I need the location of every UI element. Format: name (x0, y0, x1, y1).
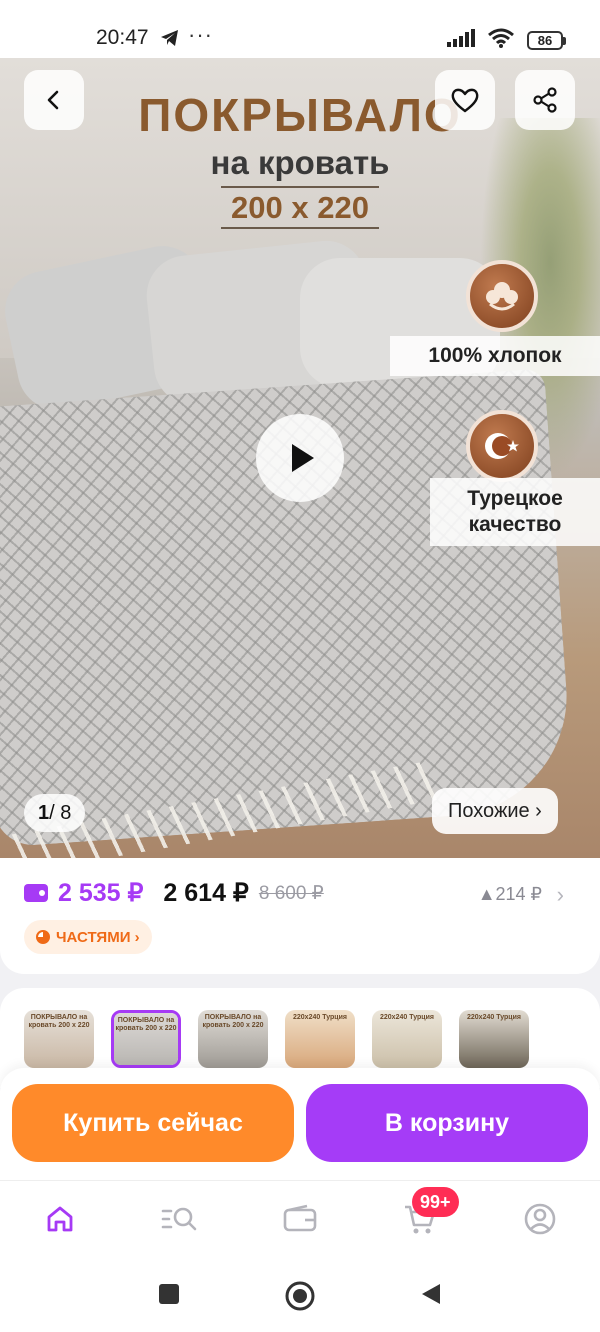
favorite-button[interactable] (435, 70, 495, 130)
thumbnail[interactable]: ПОКРЫВАЛО на кровать 200 x 220 (24, 1010, 94, 1068)
action-bar: Купить сейчас В корзину (0, 1068, 600, 1180)
product-page: 20:47 ··· 86 ПОКРЫВАЛО на кровать 200 x … (0, 0, 600, 1332)
recent-apps-button[interactable] (157, 1282, 181, 1311)
bottom-navigation: 99+ (0, 1180, 600, 1260)
buy-now-button[interactable]: Купить сейчас (12, 1084, 294, 1162)
play-video-button[interactable] (256, 414, 344, 502)
share-icon (533, 87, 557, 113)
current-price: 2 614 ₽ (163, 879, 249, 907)
profile-icon (524, 1203, 556, 1235)
price-difference: ▲214 ₽ (477, 884, 542, 904)
battery-level: 86 (527, 31, 563, 50)
more-notifications-icon: ··· (188, 22, 213, 47)
thumbnail[interactable]: ПОКРЫВАЛО на кровать 200 x 220 (198, 1010, 268, 1068)
wallet-icon (283, 1204, 317, 1232)
wifi-icon (487, 28, 515, 53)
pie-chart-icon (36, 930, 50, 944)
back-button[interactable] (24, 70, 84, 130)
price-row[interactable]: 2 535 ₽ 2 614 ₽ 8 600 ₽ (24, 878, 324, 908)
thumbnail[interactable]: 220x240 Турция (459, 1010, 529, 1068)
status-time: 20:47 (96, 26, 149, 49)
home-system-button[interactable] (284, 1280, 316, 1317)
status-bar: 20:47 ··· 86 (0, 0, 600, 58)
chevron-left-icon (47, 90, 59, 110)
nav-profile[interactable] (520, 1199, 560, 1239)
old-price: 8 600 ₽ (258, 882, 324, 904)
thumbnail[interactable]: 220x240 Турция (372, 1010, 442, 1068)
share-button[interactable] (515, 70, 575, 130)
photo-title: ПОКРЫВАЛО (138, 89, 462, 141)
gallery-counter: 1/ 8 (24, 794, 86, 832)
nav-wallet[interactable] (280, 1199, 320, 1239)
signal-icon (447, 29, 475, 52)
thumbnail-selected[interactable]: ПОКРЫВАЛО на кровать 200 x 220 (111, 1010, 181, 1068)
wallet-icon (24, 884, 48, 902)
heart-icon (451, 88, 479, 113)
back-system-button[interactable] (420, 1282, 442, 1311)
telegram-icon (160, 29, 180, 52)
square-icon (159, 1284, 179, 1304)
price-card: 2 535 ₽ 2 614 ₽ 8 600 ₽ ▲214 ₽ › ЧАСТЯМИ… (0, 858, 600, 974)
circle-home-icon (285, 1281, 315, 1311)
triangle-back-icon (422, 1284, 440, 1304)
catalog-search-icon (161, 1207, 197, 1231)
battery-icon: 86 (527, 31, 566, 50)
cotton-icon (466, 260, 538, 332)
photo-subtitle: на кровать (210, 144, 390, 181)
wallet-price: 2 535 ₽ (58, 879, 144, 907)
home-icon (47, 1206, 73, 1232)
photo-size: 200 x 220 (0, 186, 600, 229)
system-navigation (0, 1260, 600, 1332)
play-icon (292, 444, 314, 472)
cart-count-badge: 99+ (412, 1187, 459, 1217)
thumbnail[interactable]: 220x240 Турция (285, 1010, 355, 1068)
product-gallery[interactable]: ПОКРЫВАЛО на кровать 200 x 220 100% хлоп… (0, 58, 600, 858)
nav-catalog[interactable] (160, 1199, 200, 1239)
turkish-flag-icon (466, 410, 538, 482)
chevron-right-icon[interactable]: › (557, 882, 564, 908)
feature-cotton-label: 100% хлопок (390, 336, 600, 376)
pay-in-parts-button[interactable]: ЧАСТЯМИ › (24, 920, 152, 954)
feature-turkey-label: Турецкое качество (430, 478, 600, 546)
status-icons: 86 (447, 28, 566, 53)
similar-products-button[interactable]: Похожие › (432, 788, 558, 834)
nav-home[interactable] (40, 1199, 80, 1239)
add-to-cart-button[interactable]: В корзину (306, 1084, 588, 1162)
